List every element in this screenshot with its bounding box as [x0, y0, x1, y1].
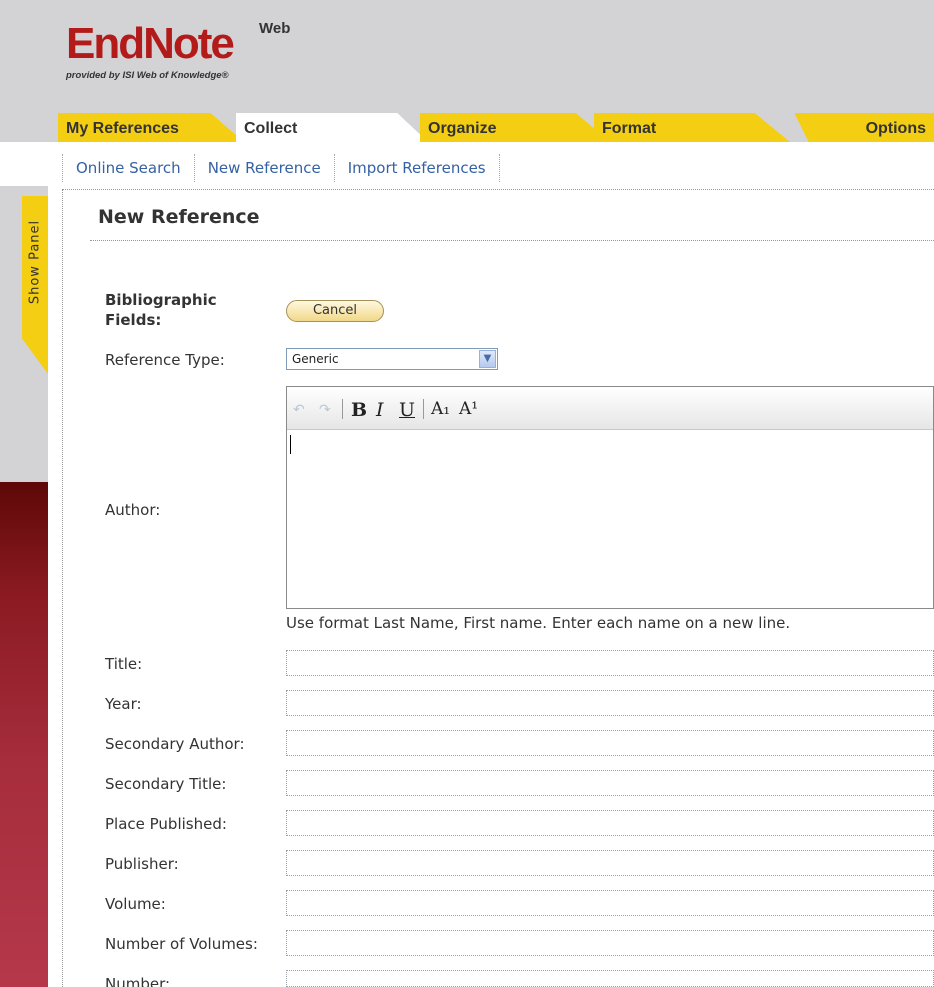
title-field[interactable] — [286, 650, 934, 676]
secondary-title-field[interactable] — [286, 770, 934, 796]
number-label: Number: — [105, 975, 171, 987]
tab-options[interactable]: Options — [794, 113, 934, 142]
header: EndNote Web provided by ISI Web of Knowl… — [0, 0, 934, 113]
subnav-online-search[interactable]: Online Search — [62, 154, 194, 182]
bibliographic-fields-heading: Bibliographic Fields: — [105, 291, 217, 329]
year-field[interactable] — [286, 690, 934, 716]
cancel-button[interactable]: Cancel — [286, 300, 384, 322]
logo-tagline: provided by ISI Web of Knowledge® — [66, 70, 229, 81]
endnote-logo[interactable]: EndNote Web provided by ISI Web of Knowl… — [66, 19, 290, 81]
volume-label: Volume: — [105, 895, 166, 913]
tab-organize[interactable]: Organize — [420, 113, 610, 142]
side-decoration — [0, 482, 48, 987]
place-published-field[interactable] — [286, 810, 934, 836]
redo-icon[interactable]: ↷ — [319, 402, 331, 418]
underline-button[interactable]: U — [399, 399, 415, 421]
subnav-import-references[interactable]: Import References — [333, 154, 500, 182]
main-tabs: My References Collect Organize Format Op… — [0, 113, 934, 142]
tab-collect[interactable]: Collect — [236, 113, 428, 142]
author-editor[interactable]: ↶ ↷ B I U A₁ A¹ — [286, 386, 934, 609]
toolbar-separator — [423, 399, 424, 419]
author-format-hint: Use format Last Name, First name. Enter … — [286, 614, 791, 632]
title-label: Title: — [105, 655, 143, 673]
text-caret — [290, 435, 291, 454]
subnav-new-reference[interactable]: New Reference — [193, 154, 334, 182]
superscript-button[interactable]: A¹ — [459, 399, 478, 419]
show-panel-label: Show Panel — [27, 219, 43, 305]
content-left-divider — [62, 189, 63, 987]
number-of-volumes-field[interactable] — [286, 930, 934, 956]
collect-subnav: Online Search New Reference Import Refer… — [62, 150, 500, 186]
publisher-label: Publisher: — [105, 855, 179, 873]
undo-icon[interactable]: ↶ — [293, 402, 305, 418]
reference-type-select[interactable]: Generic ▼ — [286, 348, 498, 370]
author-label: Author: — [105, 501, 161, 519]
toolbar-separator — [342, 399, 343, 419]
content-top-divider — [62, 189, 934, 190]
italic-button[interactable]: I — [376, 399, 384, 421]
tab-format[interactable]: Format — [594, 113, 790, 142]
chevron-down-icon[interactable]: ▼ — [479, 350, 496, 368]
secondary-author-label: Secondary Author: — [105, 735, 245, 753]
number-of-volumes-label: Number of Volumes: — [105, 935, 258, 953]
place-published-label: Place Published: — [105, 815, 227, 833]
secondary-title-label: Secondary Title: — [105, 775, 227, 793]
year-label: Year: — [105, 695, 142, 713]
logo-wordmark: EndNote — [66, 19, 235, 68]
reference-type-value: Generic — [292, 352, 339, 366]
editor-toolbar: ↶ ↷ B I U A₁ A¹ — [287, 387, 933, 430]
reference-type-label: Reference Type: — [105, 351, 225, 369]
volume-field[interactable] — [286, 890, 934, 916]
logo-web-superscript: Web — [259, 20, 291, 37]
bold-button[interactable]: B — [351, 399, 367, 421]
secondary-author-field[interactable] — [286, 730, 934, 756]
publisher-field[interactable] — [286, 850, 934, 876]
subscript-button[interactable]: A₁ — [431, 399, 450, 419]
tab-my-references[interactable]: My References — [58, 113, 244, 142]
number-field[interactable] — [286, 970, 934, 987]
title-divider — [90, 240, 934, 241]
page-title: New Reference — [98, 206, 260, 228]
